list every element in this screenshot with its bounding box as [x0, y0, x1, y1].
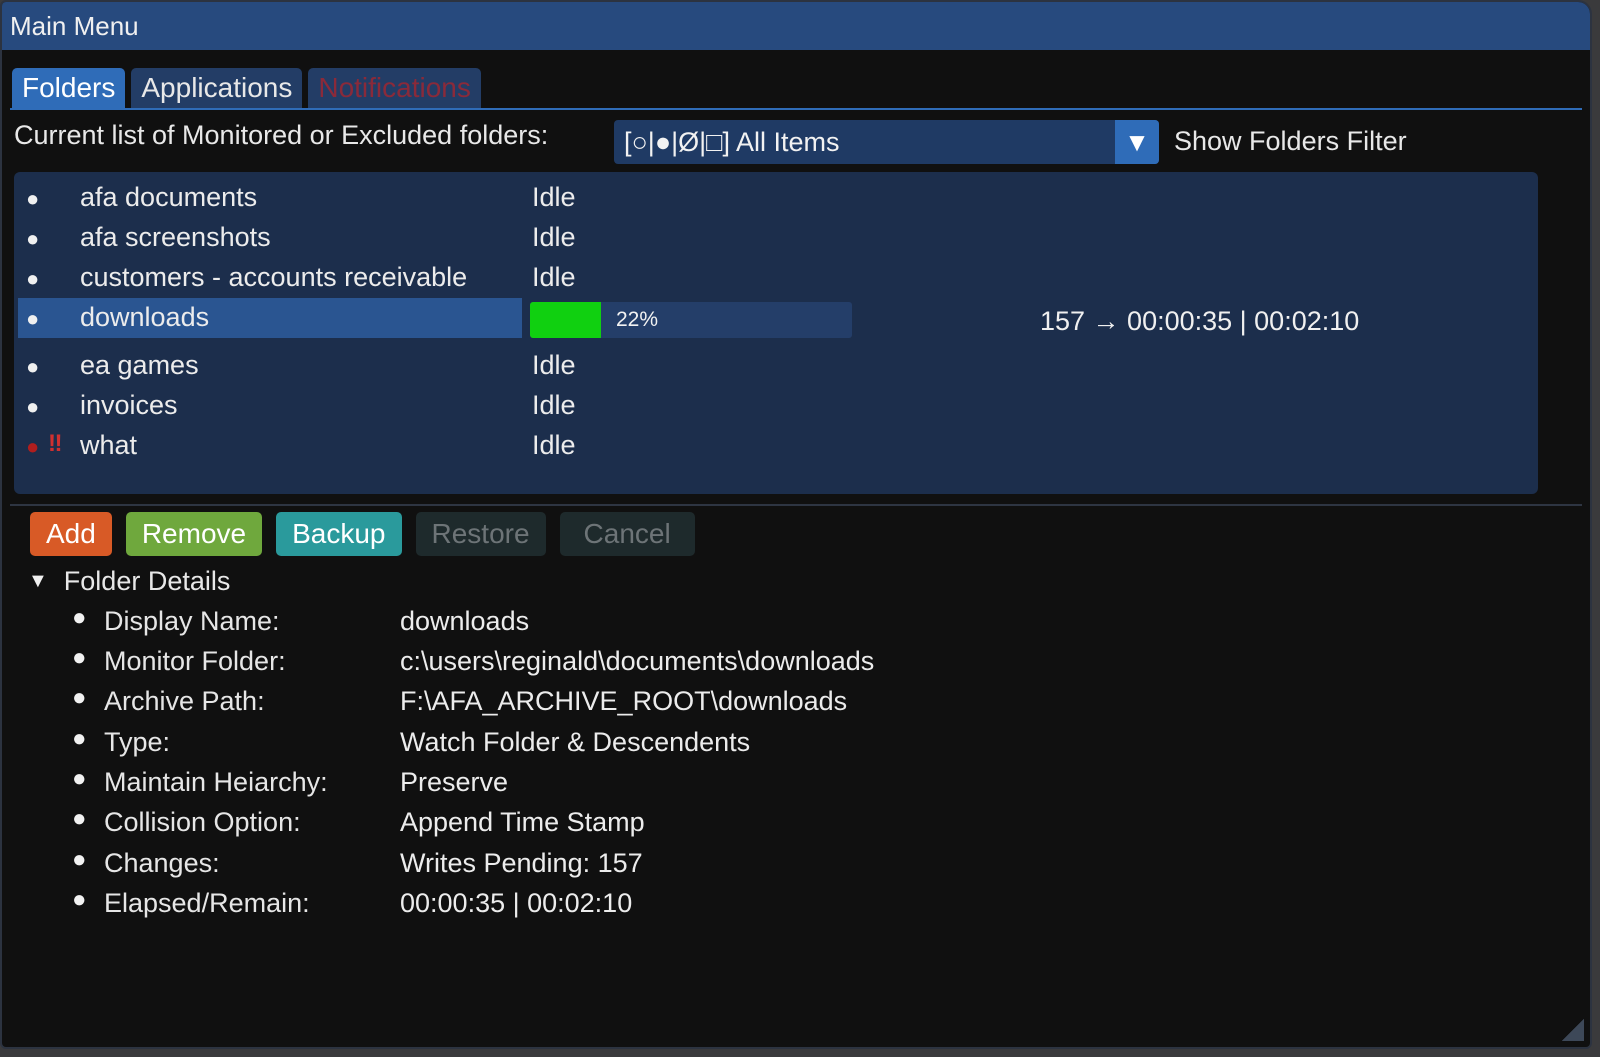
- detail-value: c:\users\reginald\documents\downloads: [400, 646, 875, 676]
- detail-row: ● Archive Path: F:\AFA_ARCHIVE_ROOT\down…: [72, 684, 1072, 724]
- folder-details-toggle[interactable]: ▼ Folder Details: [28, 566, 230, 597]
- restore-button[interactable]: Restore: [415, 512, 546, 556]
- progress-fill: [530, 302, 601, 338]
- folder-name: afa screenshots: [80, 222, 271, 252]
- bullet-icon: ●: [72, 765, 87, 792]
- detail-row: ● Collision Option: Append Time Stamp: [72, 805, 1072, 845]
- add-button[interactable]: Add: [30, 512, 112, 556]
- title-bar[interactable]: Main Menu: [2, 2, 1590, 50]
- list-item[interactable]: ● afa documents Idle: [18, 178, 1528, 218]
- list-item[interactable]: ● ea games Idle: [18, 346, 1528, 386]
- detail-row: ● Display Name: downloads: [72, 604, 1072, 644]
- progress-label: 22%: [616, 308, 659, 331]
- detail-label: Monitor Folder:: [104, 646, 286, 676]
- folder-status: Idle: [532, 262, 576, 292]
- bullet-icon: ●: [72, 725, 87, 752]
- bullet-icon: ●: [72, 644, 87, 671]
- folder-status: Idle: [532, 390, 576, 420]
- bullet-icon: ●: [26, 266, 40, 291]
- detail-label: Archive Path:: [104, 686, 265, 716]
- detail-value: Preserve: [400, 767, 509, 797]
- tab-underline: [10, 108, 1582, 110]
- warning-icon: ‼: [48, 430, 63, 457]
- detail-value: Append Time Stamp: [400, 807, 645, 837]
- list-item[interactable]: ● afa screenshots Idle: [18, 218, 1528, 258]
- filter-row: Current list of Monitored or Excluded fo…: [14, 116, 1574, 166]
- resize-grip[interactable]: [1562, 1019, 1584, 1041]
- folder-name: ea games: [80, 350, 199, 380]
- folder-list[interactable]: ● afa documents Idle ● afa screenshots I…: [14, 172, 1538, 494]
- bullet-icon: ●: [72, 886, 87, 913]
- folder-filter-dropdown[interactable]: [○|●|Ø|□] All Items ▼: [614, 120, 1159, 164]
- folder-progress-info: 157 → 00:00:35 | 00:02:10: [1040, 306, 1360, 336]
- bullet-icon: ●: [72, 846, 87, 873]
- list-item[interactable]: ● customers - accounts receivable Idle: [18, 258, 1528, 298]
- bullet-icon: ●: [72, 805, 87, 832]
- tab-folders[interactable]: Folders: [12, 68, 126, 108]
- detail-label: Display Name:: [104, 606, 280, 636]
- bullet-icon: ●: [26, 306, 40, 331]
- folder-name: what: [80, 430, 138, 460]
- cancel-button[interactable]: Cancel: [559, 512, 695, 556]
- main-menu-window: Main Menu Folders Applications Notificat…: [0, 0, 1592, 1049]
- progress-bar: 22%: [530, 302, 852, 338]
- detail-label: Type:: [104, 727, 171, 757]
- bullet-icon: ●: [26, 226, 40, 251]
- bullet-icon: ●: [72, 684, 87, 711]
- section-divider: [10, 504, 1582, 506]
- bullet-icon: ●: [26, 186, 40, 211]
- filter-selected-value: [○|●|Ø|□] All Items: [624, 126, 840, 157]
- filter-caption: Show Folders Filter: [1174, 126, 1407, 156]
- tab-applications[interactable]: Applications: [131, 68, 303, 108]
- detail-label: Collision Option:: [104, 807, 301, 837]
- bullet-icon: ●: [72, 604, 87, 631]
- folder-name: invoices: [80, 390, 178, 420]
- list-item-selected[interactable]: ● downloads 22% 157 → 00:00:35 | 00:02:1…: [18, 298, 1528, 342]
- detail-value: downloads: [400, 606, 530, 636]
- detail-value: Writes Pending: 157: [400, 848, 643, 878]
- bullet-icon: ●: [26, 394, 40, 419]
- folder-status: Idle: [532, 182, 576, 212]
- detail-value: F:\AFA_ARCHIVE_ROOT\downloads: [400, 686, 848, 716]
- bullet-icon: ●: [26, 434, 40, 459]
- chevron-down-icon[interactable]: ▼: [1115, 120, 1159, 164]
- folder-name: downloads: [80, 302, 210, 332]
- folder-status: Idle: [532, 350, 576, 380]
- filter-label: Current list of Monitored or Excluded fo…: [14, 120, 549, 150]
- detail-label: Changes:: [104, 848, 220, 878]
- triangle-down-icon[interactable]: ▼: [28, 570, 48, 593]
- action-buttons: Add Remove Backup Restore Cancel: [30, 512, 695, 556]
- folder-status: Idle: [532, 430, 576, 460]
- detail-label: Elapsed/Remain:: [104, 888, 310, 918]
- window-title: Main Menu: [10, 10, 139, 41]
- detail-row: ● Maintain Heiarchy: Preserve: [72, 765, 1072, 805]
- folder-name: afa documents: [80, 182, 258, 212]
- bullet-icon: ●: [26, 354, 40, 379]
- list-item[interactable]: ● invoices Idle: [18, 386, 1528, 426]
- detail-row: ● Monitor Folder: c:\users\reginald\docu…: [72, 644, 1072, 684]
- list-item[interactable]: ● ‼ what Idle: [18, 426, 1528, 466]
- tab-bar: Folders Applications Notifications: [12, 68, 481, 108]
- folder-name: customers - accounts receivable: [80, 262, 468, 292]
- detail-row: ● Changes: Writes Pending: 157: [72, 846, 1072, 886]
- detail-value: 00:00:35 | 00:02:10: [400, 888, 633, 918]
- detail-row: ● Elapsed/Remain: 00:00:35 | 00:02:10: [72, 886, 1072, 926]
- folder-status: Idle: [532, 222, 576, 252]
- detail-row: ● Type: Watch Folder & Descendents: [72, 725, 1072, 765]
- folder-details-title: Folder Details: [63, 566, 231, 596]
- remove-button[interactable]: Remove: [125, 512, 263, 556]
- backup-button[interactable]: Backup: [276, 512, 402, 556]
- detail-value: Watch Folder & Descendents: [400, 727, 751, 757]
- tab-notifications[interactable]: Notifications: [308, 68, 481, 108]
- detail-label: Maintain Heiarchy:: [104, 767, 328, 797]
